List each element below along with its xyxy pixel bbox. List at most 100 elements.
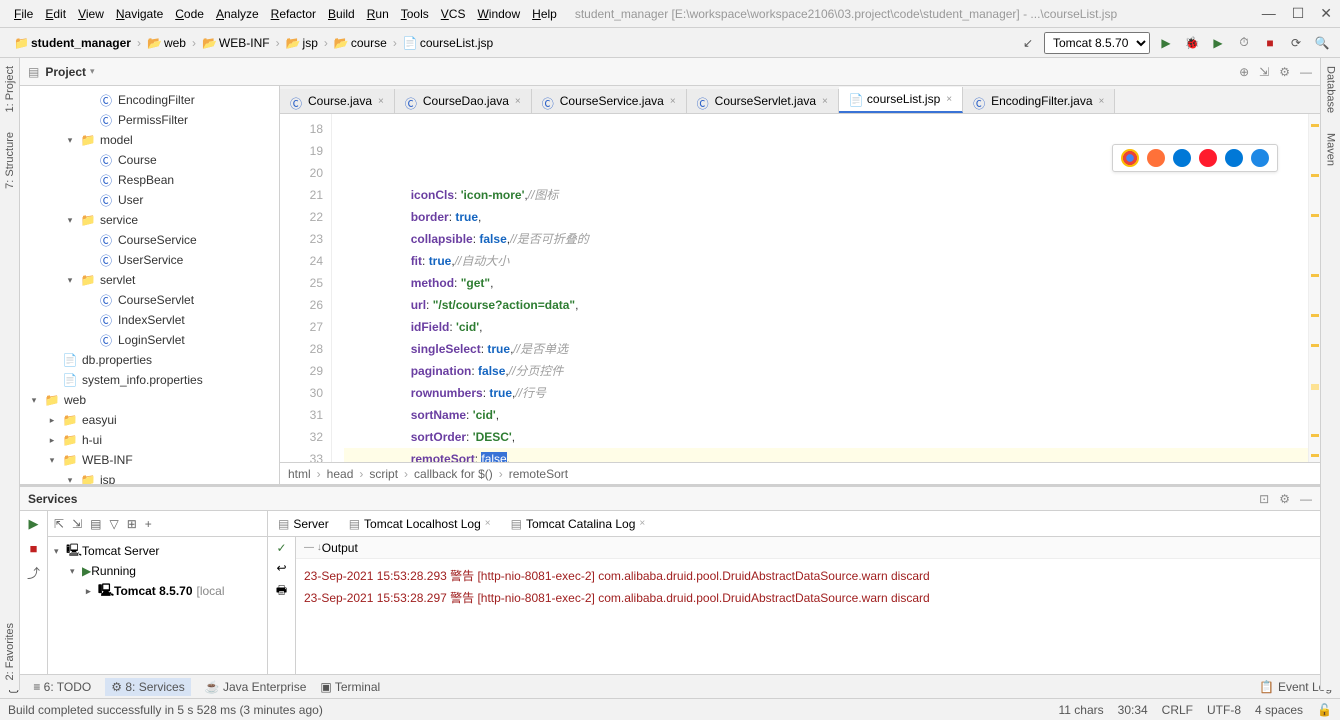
chrome-icon[interactable]: [1121, 149, 1139, 167]
code-crumb-item[interactable]: remoteSort: [509, 467, 568, 481]
crumb-3[interactable]: 📂 jsp: [280, 34, 324, 52]
tab-CourseServlet.java[interactable]: ⒸCourseServlet.java×: [687, 89, 839, 113]
tab-CourseDao.java[interactable]: ⒸCourseDao.java×: [395, 89, 532, 113]
crumb-0[interactable]: 📁 student_manager: [8, 34, 137, 52]
settings-icon[interactable]: ⚙: [1279, 65, 1290, 79]
crumb-1[interactable]: 📂 web: [141, 34, 192, 52]
tree-row[interactable]: ▸📁easyui: [20, 410, 279, 430]
tab-courseList.jsp[interactable]: 📄courseList.jsp×: [839, 87, 963, 113]
search-icon[interactable]: 🔍: [1312, 33, 1332, 53]
tree-row[interactable]: ⒸUserService: [20, 250, 279, 270]
close-tab-icon[interactable]: ×: [670, 96, 676, 107]
services-settings-icon[interactable]: ⚙: [1279, 492, 1290, 506]
coverage-icon[interactable]: ▶: [1208, 33, 1228, 53]
menu-navigate[interactable]: Navigate: [110, 5, 169, 23]
close-icon[interactable]: ✕: [1320, 5, 1332, 22]
tool-maven[interactable]: Maven: [1325, 133, 1337, 166]
close-tab-icon[interactable]: ×: [946, 94, 952, 105]
status-indent[interactable]: 4 spaces: [1255, 703, 1303, 717]
menu-window[interactable]: Window: [471, 5, 526, 23]
btab-services[interactable]: ⚙ 8: Services: [105, 678, 190, 696]
services-expand-icon[interactable]: ⊡: [1259, 492, 1269, 506]
filter-icon[interactable]: ▽: [109, 517, 118, 531]
tree-row[interactable]: ⒸUser: [20, 190, 279, 210]
close-tab-icon[interactable]: ×: [1099, 96, 1105, 107]
tool-structure[interactable]: 7: Structure: [4, 132, 16, 189]
add-icon[interactable]: +: [145, 517, 152, 531]
tree-row[interactable]: 📄db.properties: [20, 350, 279, 370]
service-row[interactable]: ▾🖳 Tomcat Server: [48, 541, 267, 561]
minimize-icon[interactable]: —: [1262, 5, 1276, 22]
back-icon[interactable]: ↙: [1018, 33, 1038, 53]
tool-project[interactable]: 1: Project: [4, 66, 16, 112]
services-tree[interactable]: ▾🖳 Tomcat Server▾▶ Running▸🖳 Tomcat 8.5.…: [48, 537, 267, 674]
tree-row[interactable]: ▾📁WEB-INF: [20, 450, 279, 470]
services-hide-icon[interactable]: —: [1300, 492, 1312, 506]
stop-run-icon[interactable]: ■: [25, 539, 43, 557]
safari-icon[interactable]: [1173, 149, 1191, 167]
close-tab-icon[interactable]: ×: [378, 96, 384, 107]
tree-row[interactable]: ⒸRespBean: [20, 170, 279, 190]
marker-strip[interactable]: [1308, 114, 1320, 462]
run-icon[interactable]: ▶: [1156, 33, 1176, 53]
tree-row[interactable]: ⒸPermissFilter: [20, 110, 279, 130]
update-icon[interactable]: ⟳: [1286, 33, 1306, 53]
tree-row[interactable]: ⒸCourse: [20, 150, 279, 170]
maximize-icon[interactable]: ☐: [1292, 5, 1305, 22]
code-editor[interactable]: iconCls: 'icon-more',//图标 border: true, …: [332, 114, 1308, 462]
crumb-5[interactable]: 📄 courseList.jsp: [397, 34, 499, 52]
service-row[interactable]: ▸🖳 Tomcat 8.5.70[local: [48, 581, 267, 601]
tree-row[interactable]: ▾📁model: [20, 130, 279, 150]
group-icon[interactable]: ⊞: [127, 517, 137, 531]
menu-code[interactable]: Code: [169, 5, 210, 23]
project-tree[interactable]: ⒸEncodingFilterⒸPermissFilter▾📁modelⒸCou…: [20, 86, 280, 484]
tree-row[interactable]: ▸📁h-ui: [20, 430, 279, 450]
menu-build[interactable]: Build: [322, 5, 361, 23]
code-crumb-item[interactable]: script: [369, 467, 398, 481]
locate-icon[interactable]: ⊕: [1239, 65, 1249, 79]
menu-help[interactable]: Help: [526, 5, 563, 23]
services-tab-0[interactable]: ▤ Server: [268, 513, 339, 535]
tree-row[interactable]: 📄system_info.properties: [20, 370, 279, 390]
tree-row[interactable]: ▾📁jsp: [20, 470, 279, 484]
print-icon[interactable]: 🖶: [276, 581, 287, 602]
profile-icon[interactable]: ⏱: [1234, 33, 1254, 53]
step-icon[interactable]: ⤴: [25, 563, 43, 581]
tab-Course.java[interactable]: ⒸCourse.java×: [280, 89, 395, 113]
expand-all-icon[interactable]: ⇱: [54, 517, 64, 531]
project-dropdown-icon[interactable]: ▾: [90, 66, 95, 77]
crumb-4[interactable]: 📂 course: [328, 34, 393, 52]
stop-icon[interactable]: ■: [1260, 33, 1280, 53]
grid-icon[interactable]: ▤: [90, 517, 101, 531]
tab-EncodingFilter.java[interactable]: ⒸEncodingFilter.java×: [963, 89, 1115, 113]
tree-row[interactable]: ⒸEncodingFilter: [20, 90, 279, 110]
btab-terminal[interactable]: ▣ Terminal: [320, 680, 380, 694]
status-lock-icon[interactable]: 🔓: [1317, 703, 1332, 717]
code-crumb-item[interactable]: html: [288, 467, 311, 481]
run-config-select[interactable]: Tomcat 8.5.70: [1044, 32, 1150, 54]
tree-row[interactable]: ⒸLoginServlet: [20, 330, 279, 350]
services-tab-1[interactable]: ▤ Tomcat Localhost Log ×: [339, 513, 501, 535]
menu-vcs[interactable]: VCS: [435, 5, 472, 23]
code-crumb-item[interactable]: callback for $(): [414, 467, 493, 481]
menu-tools[interactable]: Tools: [395, 5, 435, 23]
collapse-icon[interactable]: —: [1300, 65, 1312, 79]
wrap-icon[interactable]: ↩: [276, 561, 286, 575]
tree-row[interactable]: ⒸIndexServlet: [20, 310, 279, 330]
debug-icon[interactable]: 🐞: [1182, 33, 1202, 53]
menu-edit[interactable]: Edit: [39, 5, 72, 23]
tree-row[interactable]: ▾📁servlet: [20, 270, 279, 290]
ie-icon[interactable]: [1251, 149, 1269, 167]
firefox-icon[interactable]: [1147, 149, 1165, 167]
expand-icon[interactable]: ⇲: [1259, 65, 1269, 79]
services-tab-2[interactable]: ▤ Tomcat Catalina Log ×: [501, 513, 656, 535]
btab-javaee[interactable]: ☕ Java Enterprise: [205, 680, 307, 694]
tool-database[interactable]: Database: [1325, 66, 1337, 113]
edge-icon[interactable]: [1225, 149, 1243, 167]
status-eol[interactable]: CRLF: [1162, 703, 1193, 717]
tool-favorites[interactable]: 2: Favorites: [4, 623, 16, 680]
status-enc[interactable]: UTF-8: [1207, 703, 1241, 717]
tree-row[interactable]: ▾📁service: [20, 210, 279, 230]
tab-CourseService.java[interactable]: ⒸCourseService.java×: [532, 89, 687, 113]
tree-row[interactable]: ⒸCourseService: [20, 230, 279, 250]
